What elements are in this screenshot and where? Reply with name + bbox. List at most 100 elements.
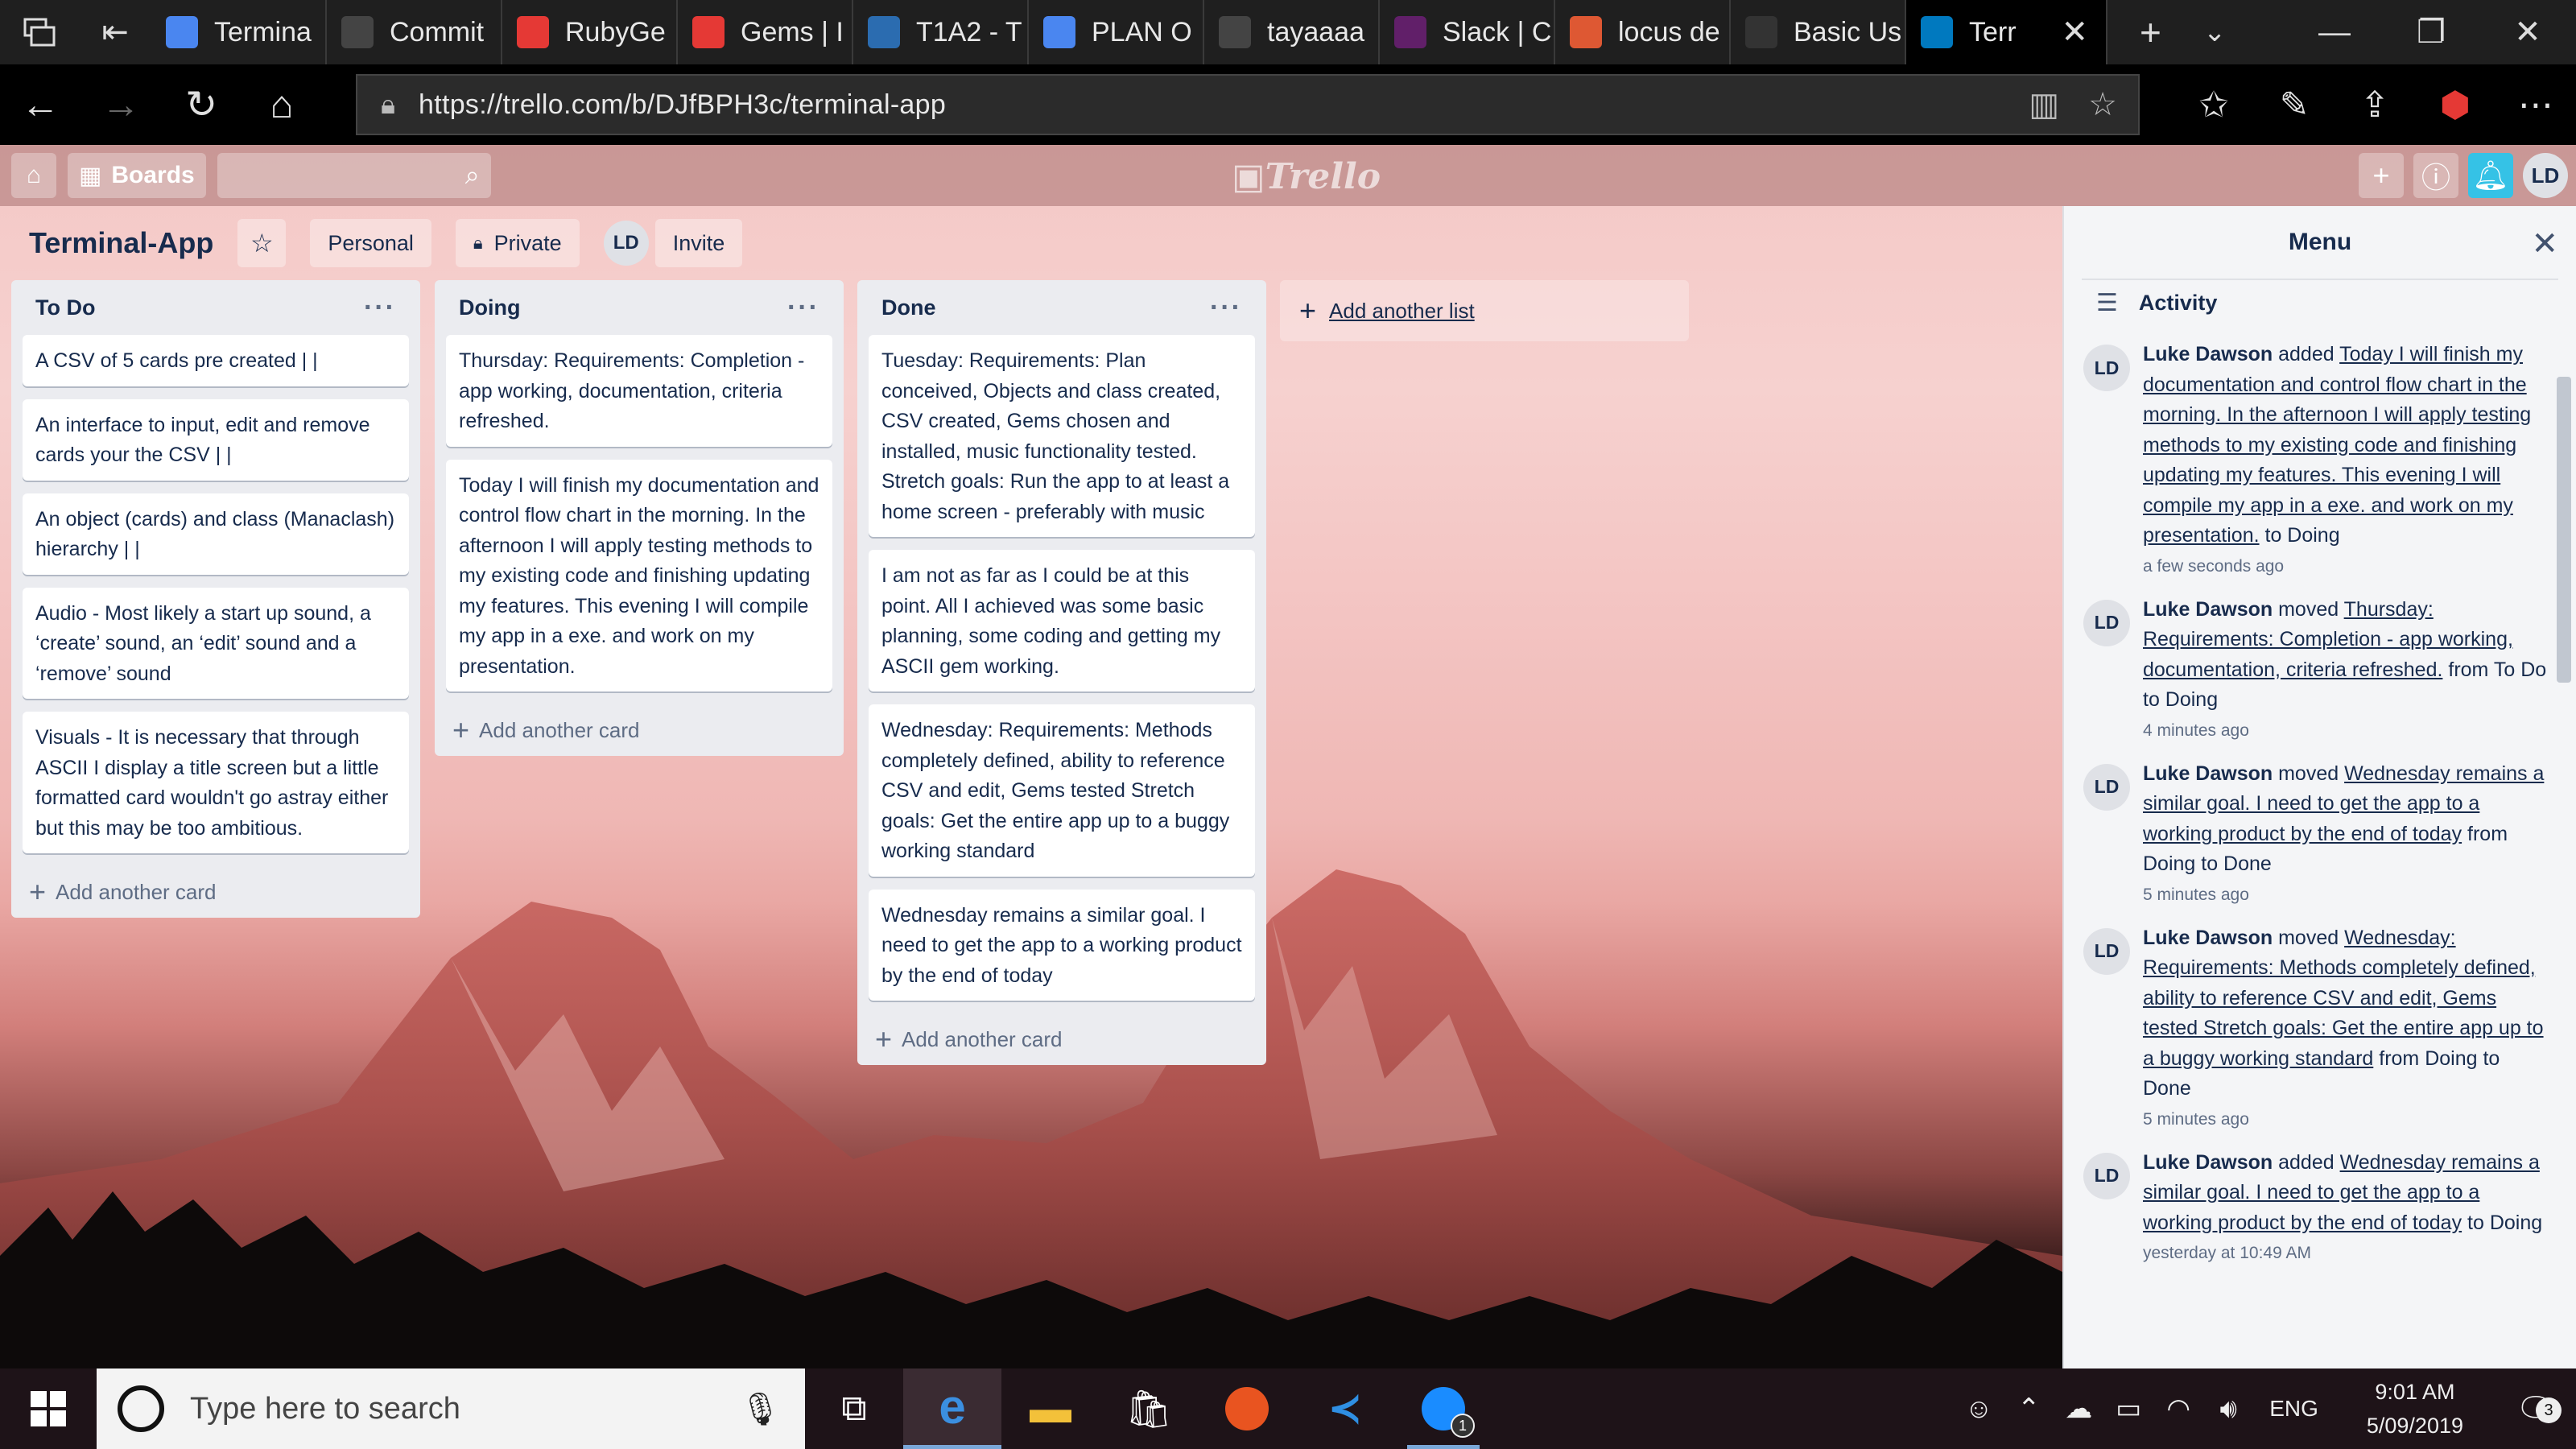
info-button[interactable]: ⓘ	[2413, 153, 2458, 198]
list-header[interactable]: Done ···	[869, 280, 1255, 335]
create-button[interactable]: +	[2359, 153, 2404, 198]
language-indicator[interactable]: ENG	[2253, 1396, 2334, 1422]
list-menu-icon[interactable]: ···	[787, 292, 819, 324]
wifi-icon[interactable]: ◠	[2153, 1393, 2203, 1425]
card[interactable]: Audio - Most likely a start up sound, a …	[23, 587, 409, 699]
more-menu-icon[interactable]: ⋯	[2496, 85, 2576, 126]
browser-tab[interactable]: Termina	[151, 0, 327, 64]
task-view-icon[interactable]: ⧉	[805, 1368, 903, 1449]
card[interactable]: Thursday: Requirements: Completion - app…	[446, 335, 832, 447]
trello-logo[interactable]: ▣Trello	[1232, 156, 1381, 197]
activity-timestamp[interactable]: yesterday at 10:49 AM	[2143, 1240, 2549, 1267]
activity-timestamp[interactable]: 4 minutes ago	[2143, 717, 2549, 745]
action-center-icon[interactable]: 🗨︎3	[2496, 1390, 2576, 1428]
start-button[interactable]	[0, 1368, 97, 1449]
star-board-button[interactable]: ☆	[237, 219, 287, 267]
card[interactable]: Visuals - It is necessary that through A…	[23, 712, 409, 853]
scrollbar-thumb[interactable]	[2557, 377, 2571, 683]
browser-tab[interactable]: Terr ✕	[1906, 0, 2107, 64]
activity-avatar[interactable]: LD	[2083, 763, 2130, 811]
notifications-bell-icon[interactable]: 🔔︎	[2468, 153, 2513, 198]
people-icon[interactable]: ☺	[1954, 1393, 2004, 1425]
activity-avatar[interactable]: LD	[2083, 345, 2130, 391]
card[interactable]: Today I will finish my documentation and…	[446, 459, 832, 691]
store-icon[interactable]: 🛍︎	[1100, 1368, 1198, 1449]
taskbar-search-box[interactable]: Type here to search 🎙︎	[97, 1368, 805, 1449]
board-title[interactable]: Terminal-App	[29, 226, 213, 260]
add-card-button[interactable]: + Add another card	[446, 704, 832, 756]
browser-tab[interactable]: Commit	[327, 0, 502, 64]
list-header[interactable]: Doing ···	[446, 280, 832, 335]
card[interactable]: Wednesday remains a similar goal. I need…	[869, 889, 1255, 1001]
forward-button[interactable]: →	[80, 83, 161, 127]
activity-avatar[interactable]: LD	[2083, 599, 2130, 646]
privacy-button[interactable]: 🔒︎ Private	[455, 219, 580, 267]
activity-user[interactable]: Luke Dawson	[2143, 598, 2273, 621]
card[interactable]: Wednesday: Requirements: Methods complet…	[869, 704, 1255, 877]
messenger-icon[interactable]: 1	[1394, 1368, 1492, 1449]
add-card-button[interactable]: + Add another card	[23, 866, 409, 918]
activity-avatar[interactable]: LD	[2083, 1152, 2130, 1199]
close-menu-icon[interactable]: ✕	[2531, 225, 2558, 262]
browser-tab[interactable]: RubyGe	[502, 0, 678, 64]
browser-tab[interactable]: locus de	[1555, 0, 1731, 64]
home-button[interactable]: ⌂	[242, 83, 322, 127]
card[interactable]: Tuesday: Requirements: Plan conceived, O…	[869, 335, 1255, 537]
vscode-icon[interactable]: ≺	[1296, 1368, 1394, 1449]
clock[interactable]: 9:01 AM 5/09/2019	[2334, 1375, 2496, 1443]
browser-tab[interactable]: Basic Us	[1731, 0, 1906, 64]
browser-tab[interactable]: Slack | C	[1380, 0, 1555, 64]
card[interactable]: A CSV of 5 cards pre created | |	[23, 335, 409, 386]
refresh-button[interactable]: ↻	[161, 82, 242, 127]
member-avatar[interactable]: LD	[603, 221, 649, 266]
activity-user[interactable]: Luke Dawson	[2143, 343, 2273, 365]
share-icon[interactable]: ⇪	[2334, 85, 2415, 126]
show-hidden-icons-chevron-icon[interactable]: ⌃	[2004, 1393, 2054, 1425]
pen-icon[interactable]: ✎	[2254, 85, 2334, 126]
tab-preview-chevron-icon[interactable]: ⌄	[2203, 16, 2227, 48]
address-bar[interactable]: 🔒︎ https://trello.com/b/DJfBPH3c/termina…	[356, 74, 2140, 135]
list-menu-icon[interactable]: ···	[1210, 292, 1242, 324]
menu-scrollbar[interactable]	[2555, 345, 2573, 1368]
card[interactable]: An object (cards) and class (Manaclash) …	[23, 493, 409, 575]
close-tab-icon[interactable]: ✕	[2061, 14, 2088, 51]
reading-view-icon[interactable]: ▥	[2029, 86, 2059, 123]
back-button[interactable]: ←	[0, 83, 80, 127]
user-avatar[interactable]: LD	[2523, 153, 2568, 198]
ubuntu-icon[interactable]	[1198, 1368, 1296, 1449]
minimize-button[interactable]: —	[2286, 14, 2383, 51]
close-window-button[interactable]: ✕	[2479, 14, 2576, 51]
favorites-icon[interactable]: ✩	[2174, 85, 2254, 126]
onedrive-cloud-icon[interactable]: ☁	[2054, 1393, 2103, 1425]
favorite-star-icon[interactable]: ☆	[2088, 86, 2117, 123]
set-aside-tabs-button[interactable]: ⇤	[79, 0, 151, 64]
activity-timestamp[interactable]: 5 minutes ago	[2143, 1106, 2549, 1133]
card[interactable]: I am not as far as I could be at this po…	[869, 550, 1255, 691]
browser-tab[interactable]: Gems | I	[678, 0, 853, 64]
activity-user[interactable]: Luke Dawson	[2143, 927, 2273, 949]
browser-tab[interactable]: T1A2 - T	[853, 0, 1029, 64]
tab-actions-button[interactable]	[0, 0, 79, 64]
activity-card-link[interactable]: Today I will finish my documentation and…	[2143, 343, 2531, 547]
activity-timestamp[interactable]: a few seconds ago	[2143, 553, 2549, 580]
battery-icon[interactable]: ▭	[2103, 1393, 2153, 1425]
activity-user[interactable]: Luke Dawson	[2143, 762, 2273, 785]
home-board-button[interactable]: ⌂	[11, 153, 56, 198]
card[interactable]: An interface to input, edit and remove c…	[23, 398, 409, 481]
browser-tab[interactable]: tayaaaa	[1204, 0, 1380, 64]
add-another-list-button[interactable]: + Add another list	[1280, 280, 1689, 341]
boards-button[interactable]: ▦ Boards	[68, 153, 206, 198]
list-menu-icon[interactable]: ···	[364, 292, 396, 324]
team-visibility-button[interactable]: Personal	[310, 219, 431, 267]
edge-browser-icon[interactable]: e	[903, 1368, 1001, 1449]
volume-icon[interactable]: 🔊︎	[2203, 1393, 2253, 1425]
extension-icon[interactable]: ⬢	[2415, 85, 2496, 126]
add-card-button[interactable]: + Add another card	[869, 1013, 1255, 1065]
browser-tab[interactable]: PLAN O	[1029, 0, 1204, 64]
list-header[interactable]: To Do ···	[23, 280, 409, 335]
activity-user[interactable]: Luke Dawson	[2143, 1151, 2273, 1174]
new-tab-button[interactable]: +	[2140, 10, 2161, 54]
activity-avatar[interactable]: LD	[2083, 927, 2130, 975]
microphone-icon[interactable]: 🎙︎	[740, 1390, 781, 1428]
restore-button[interactable]: ❐	[2383, 14, 2479, 51]
